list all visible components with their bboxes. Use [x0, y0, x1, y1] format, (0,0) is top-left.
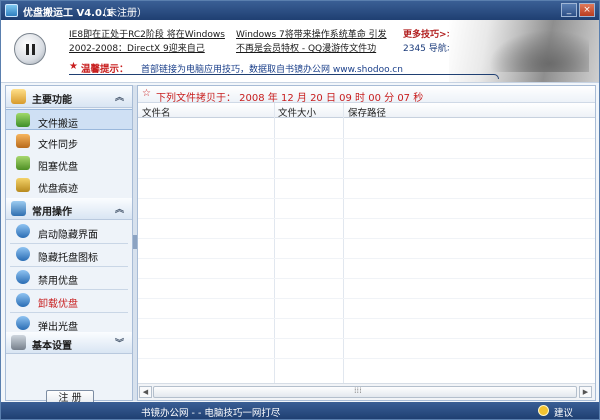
sidebar-item-label: 弹出光盘 — [38, 322, 78, 333]
app-icon — [5, 4, 18, 17]
folder-icon — [11, 89, 26, 104]
disable-icon — [16, 270, 30, 284]
tip-divider — [69, 74, 499, 79]
row-gridline — [138, 318, 595, 319]
sidebar-item-label: 文件搬运 — [38, 119, 78, 130]
tip-bar: ★ 温馨提示： 首部链接为电脑应用技巧，数据取自书镜办公网 www.shodoo… — [69, 60, 499, 79]
chevron-down-icon[interactable]: ︾ — [115, 336, 124, 349]
group-label: 基本设置 — [32, 341, 72, 352]
sidebar-item-label: 禁用优盘 — [38, 276, 78, 287]
row-gridline — [138, 338, 595, 339]
broom-icon — [16, 178, 30, 192]
scrollbar-thumb[interactable] — [153, 386, 577, 398]
copy-time-title: 下列文件拷贝于： 2008 年 12 月 20 日 09 时 00 分 07 秒 — [156, 93, 424, 104]
row-gridline — [138, 218, 595, 219]
row-gridline — [138, 238, 595, 239]
status-text[interactable]: 书镜办公网 - - 电脑技巧一网打尽 — [141, 405, 280, 419]
sidebar-item-label: 卸载优盘 — [38, 299, 78, 310]
sidebar-item-file-transfer[interactable]: 文件搬运 — [6, 109, 132, 130]
sidebar-item-hide-tray[interactable]: 隐藏托盘图标 — [6, 244, 132, 265]
sidebar-item-eject-disc[interactable]: 弹出光盘 — [6, 313, 132, 334]
sidebar-item-label: 启动隐藏界面 — [38, 230, 98, 241]
row-gridline — [138, 138, 595, 139]
status-bar: 书镜办公网 - - 电脑技巧一网打尽 建议 — [1, 402, 599, 419]
horizontal-scrollbar[interactable]: ◀ ▶ — [138, 383, 595, 400]
row-gridline — [138, 358, 595, 359]
chevron-up-icon[interactable]: ︽ — [115, 90, 124, 103]
group-label: 常用操作 — [32, 207, 72, 218]
briefcase-icon — [16, 134, 30, 148]
sidebar-item-file-sync[interactable]: 文件同步 — [6, 131, 132, 152]
file-list-panel: ☆ 下列文件拷贝于： 2008 年 12 月 20 日 09 时 00 分 07… — [137, 85, 596, 401]
header-banner: IE8即在正处于RC2阶段 将在Windows 2002-2008：Direct… — [1, 20, 599, 83]
row-gridline — [138, 298, 595, 299]
eject-icon — [16, 316, 30, 330]
column-divider[interactable] — [343, 103, 344, 386]
sidebar-item-label: 隐藏托盘图标 — [38, 253, 98, 264]
tools-icon — [11, 201, 26, 216]
row-gridline — [138, 258, 595, 259]
group-main-functions[interactable]: 主要功能 ︽ — [6, 86, 132, 108]
column-header-path[interactable]: 保存路径 — [348, 105, 386, 119]
cart-icon — [16, 113, 30, 127]
sidebar-item-label: 阻塞优盘 — [38, 162, 78, 173]
news-link[interactable]: IE8即在正处于RC2阶段 将在Windows — [69, 27, 225, 40]
star-icon: ☆ — [142, 88, 151, 99]
pause-icon[interactable] — [14, 33, 46, 65]
news-link[interactable]: Windows 7将带来操作系统革命 引发 — [236, 27, 387, 40]
row-gridline — [138, 178, 595, 179]
star-icon: ★ — [69, 61, 78, 72]
sidebar: 主要功能 ︽ 文件搬运 文件同步 阻塞优盘 优盘痕迹 常用操作 ︽ 启动隐藏界面 — [5, 85, 133, 408]
usb-drive-icon — [16, 156, 30, 170]
more-tips-link[interactable]: 更多技巧>> — [403, 27, 454, 40]
close-button[interactable]: × — [579, 3, 595, 17]
file-list-header: ☆ 下列文件拷贝于： 2008 年 12 月 20 日 09 时 00 分 07… — [138, 86, 595, 104]
news-link[interactable]: 2002-2008：DirectX 9迎来自己 — [69, 41, 205, 54]
info-icon — [16, 247, 30, 261]
row-gridline — [138, 278, 595, 279]
app-window: 优盘搬运工 V4.0.1 （未注册） _ × IE8即在正处于RC2阶段 将在W… — [0, 0, 600, 420]
group-common-operations[interactable]: 常用操作 ︽ — [6, 198, 132, 220]
chevron-up-icon[interactable]: ︽ — [115, 202, 124, 215]
sidebar-item-disable-usb[interactable]: 禁用优盘 — [6, 267, 132, 288]
column-header-size[interactable]: 文件大小 — [278, 105, 316, 119]
news-link[interactable]: 不再是会员特权 - QQ漫游传文件功 — [236, 41, 376, 54]
sidebar-item-label: 文件同步 — [38, 140, 78, 151]
scroll-right-icon[interactable]: ▶ — [579, 386, 592, 398]
banner-image — [449, 20, 599, 82]
lightbulb-icon — [538, 405, 549, 416]
group-label: 主要功能 — [32, 95, 72, 106]
registration-status: （未注册） — [97, 8, 147, 19]
scroll-left-icon[interactable]: ◀ — [139, 386, 152, 398]
minimize-button[interactable]: _ — [561, 3, 577, 17]
settings-icon — [11, 335, 26, 350]
column-headers: 文件名 文件大小 保存路径 — [138, 103, 595, 119]
column-divider[interactable] — [274, 103, 275, 386]
column-header-name[interactable]: 文件名 — [142, 105, 171, 119]
tip-label: 温馨提示： — [81, 64, 129, 75]
sidebar-item-start-hidden[interactable]: 启动隐藏界面 — [6, 221, 132, 242]
sidebar-item-usb-traces[interactable]: 优盘痕迹 — [6, 175, 132, 196]
title-bar[interactable]: 优盘搬运工 V4.0.1 （未注册） _ × — [1, 1, 599, 20]
row-gridline — [138, 198, 595, 199]
eject-usb-icon — [16, 293, 30, 307]
suggest-link[interactable]: 建议 — [554, 405, 573, 419]
power-icon — [16, 224, 30, 238]
row-gridline — [138, 158, 595, 159]
sidebar-item-block-usb[interactable]: 阻塞优盘 — [6, 153, 132, 174]
group-basic-settings[interactable]: 基本设置 ︾ — [6, 332, 132, 354]
sidebar-item-unload-usb[interactable]: 卸载优盘 — [6, 290, 132, 311]
sidebar-item-label: 优盘痕迹 — [38, 184, 78, 195]
